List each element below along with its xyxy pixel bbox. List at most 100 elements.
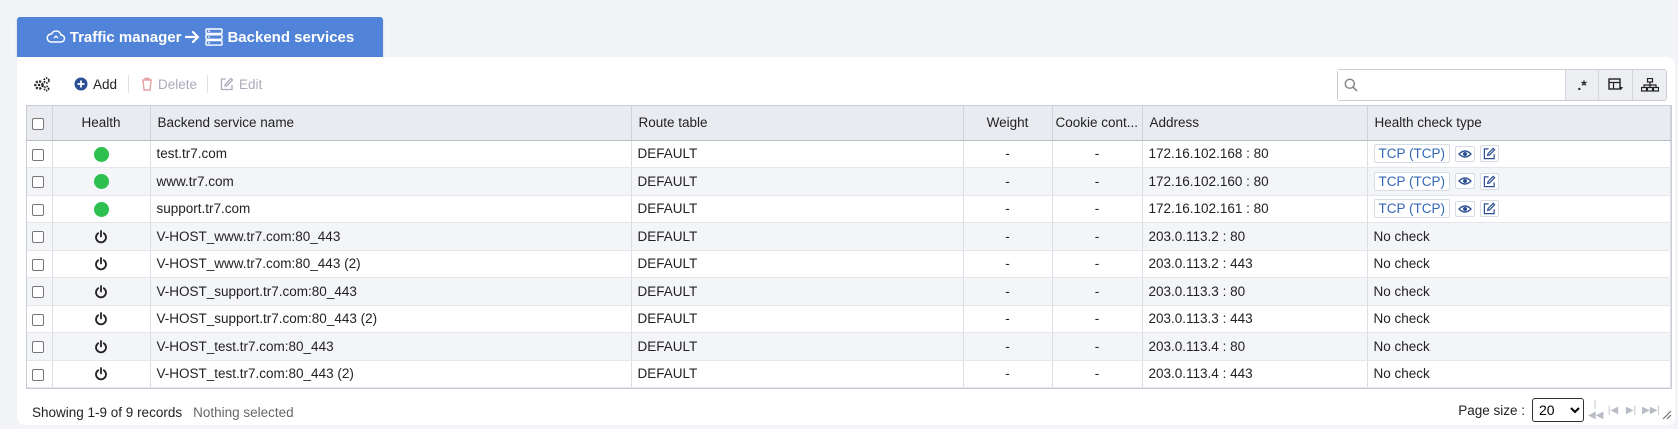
health-check-type: No check — [1373, 311, 1430, 327]
add-button[interactable]: Add — [74, 71, 117, 97]
row-checkbox-cell — [27, 167, 53, 196]
table-row[interactable]: test.tr7.com DEFAULT - -172.16.102.168 : 80… — [27, 140, 1671, 168]
weight: - — [963, 250, 1053, 278]
row-checkbox[interactable] — [32, 148, 44, 161]
weight: - — [963, 332, 1053, 361]
cookie-content: - — [1052, 250, 1143, 278]
table-row[interactable]: V-HOST_test.tr7.com:80_443 (2) DEFAULT - -2… — [27, 360, 1671, 388]
row-checkbox-cell — [27, 140, 53, 168]
search-input[interactable] — [1338, 70, 1565, 100]
row-checkbox[interactable] — [32, 341, 44, 354]
last-page-icon[interactable]: ▶▶| — [1642, 405, 1660, 416]
backend-service-name: www.tr7.com — [150, 167, 632, 196]
row-checkbox[interactable] — [32, 231, 44, 244]
power-icon — [95, 367, 107, 381]
address: 203.0.113.2 : 80 — [1142, 222, 1368, 251]
row-checkbox-cell — [27, 250, 53, 278]
address: 203.0.113.3 : 443 — [1142, 305, 1368, 333]
edit-health-check-button[interactable] — [1480, 200, 1499, 218]
health-cell — [52, 360, 151, 388]
prev-page-icon[interactable]: |◀ — [1606, 405, 1620, 416]
plus-circle-icon — [74, 77, 88, 91]
search-icon — [1344, 78, 1358, 92]
health-cell — [52, 332, 151, 361]
health-check-link[interactable]: TCP (TCP) — [1373, 171, 1450, 191]
breadcrumb-parent[interactable]: Traffic manager — [46, 28, 182, 46]
row-checkbox[interactable] — [32, 286, 44, 299]
breadcrumb-parent-label: Traffic manager — [69, 28, 182, 46]
health-cell — [52, 305, 151, 333]
address: 203.0.113.2 : 443 — [1142, 250, 1368, 278]
settings-button[interactable] — [33, 71, 51, 97]
first-page-icon[interactable]: |◀◀ — [1588, 399, 1603, 421]
backend-service-name: test.tr7.com — [150, 140, 632, 168]
view-health-check-button[interactable] — [1455, 145, 1475, 162]
table-footer: Showing 1-9 of 9 records Nothing selecte… — [26, 398, 1672, 423]
delete-button[interactable]: Delete — [141, 71, 197, 97]
page-size-select[interactable]: 20 — [1532, 398, 1584, 422]
table-row[interactable]: support.tr7.com DEFAULT - -172.16.102.161 :… — [27, 195, 1671, 223]
health-check-type: No check — [1373, 338, 1430, 354]
column-chooser-button[interactable] — [1598, 70, 1633, 100]
route-table: DEFAULT — [631, 305, 964, 333]
records-count: Showing 1-9 of 9 records — [32, 404, 183, 420]
health-check-type-cell: No check — [1367, 305, 1671, 333]
backend-service-name: V-HOST_www.tr7.com:80_443 — [150, 222, 632, 251]
row-checkbox[interactable] — [32, 203, 44, 216]
address: 172.16.102.160 : 80 — [1142, 167, 1368, 196]
column-header-weight[interactable]: Weight — [963, 106, 1053, 141]
table-header-row: Health Backend service name Route table … — [27, 106, 1671, 141]
gears-icon — [34, 77, 50, 92]
table-row[interactable]: V-HOST_www.tr7.com:80_443 (2) DEFAULT - -20… — [27, 250, 1671, 278]
table-row[interactable]: V-HOST_support.tr7.com:80_443 (2) DEFAULT… — [27, 305, 1671, 333]
tree-view-button[interactable] — [1632, 70, 1666, 100]
regex-toggle-button[interactable]: .* — [1564, 70, 1599, 100]
edit-health-check-button[interactable] — [1480, 145, 1499, 163]
health-check-type-cell: No check — [1367, 332, 1671, 361]
trash-icon — [142, 77, 152, 91]
health-check-link[interactable]: TCP (TCP) — [1373, 144, 1450, 164]
route-table: DEFAULT — [631, 250, 964, 278]
table-row[interactable]: V-HOST_www.tr7.com:80_443 DEFAULT - -203.0.… — [27, 222, 1671, 251]
column-header-health-check[interactable]: Health check type — [1367, 106, 1671, 141]
route-table: DEFAULT — [631, 195, 964, 223]
edit-icon — [1483, 175, 1496, 187]
breadcrumb-current-label: Backend services — [227, 28, 355, 46]
resize-handle-icon[interactable] — [1662, 410, 1672, 420]
route-table: DEFAULT — [631, 140, 964, 168]
row-checkbox-cell — [27, 222, 53, 251]
power-icon — [95, 312, 107, 326]
cookie-content: - — [1052, 305, 1143, 333]
cookie-content: - — [1052, 195, 1143, 223]
table-row[interactable]: www.tr7.com DEFAULT - -172.16.102.160 : 80 T… — [27, 167, 1671, 196]
edit-health-check-button[interactable] — [1480, 172, 1499, 190]
backend-service-name: support.tr7.com — [150, 195, 632, 223]
select-all-checkbox[interactable] — [32, 117, 44, 130]
weight: - — [963, 360, 1053, 388]
row-checkbox[interactable] — [32, 368, 44, 381]
health-check-link[interactable]: TCP (TCP) — [1373, 199, 1450, 219]
eye-icon — [1458, 205, 1472, 213]
backend-service-name: V-HOST_test.tr7.com:80_443 — [150, 332, 632, 361]
table-row[interactable]: V-HOST_support.tr7.com:80_443 DEFAULT - -20… — [27, 277, 1671, 306]
column-header-address[interactable]: Address — [1142, 106, 1368, 141]
next-page-icon[interactable]: ▶| — [1624, 405, 1638, 416]
column-header-route-table[interactable]: Route table — [631, 106, 964, 141]
health-cell — [52, 277, 151, 306]
edit-button[interactable]: Edit — [220, 71, 262, 97]
view-health-check-button[interactable] — [1455, 173, 1475, 190]
table-row[interactable]: V-HOST_test.tr7.com:80_443 DEFAULT - -203.0… — [27, 332, 1671, 361]
view-health-check-button[interactable] — [1455, 200, 1475, 217]
row-checkbox[interactable] — [32, 176, 44, 189]
column-header-name[interactable]: Backend service name — [150, 106, 632, 141]
column-header-cookie[interactable]: Cookie cont... — [1052, 106, 1143, 141]
health-check-type-cell: TCP (TCP) — [1367, 140, 1671, 168]
health-cell — [52, 167, 151, 196]
row-checkbox[interactable] — [32, 258, 44, 271]
sitemap-icon — [1640, 78, 1659, 92]
toolbar-divider — [128, 75, 129, 93]
row-checkbox[interactable] — [32, 313, 44, 326]
search-box: .* — [1337, 69, 1667, 101]
column-header-health[interactable]: Health — [52, 106, 151, 141]
health-check-type-cell: No check — [1367, 360, 1671, 388]
